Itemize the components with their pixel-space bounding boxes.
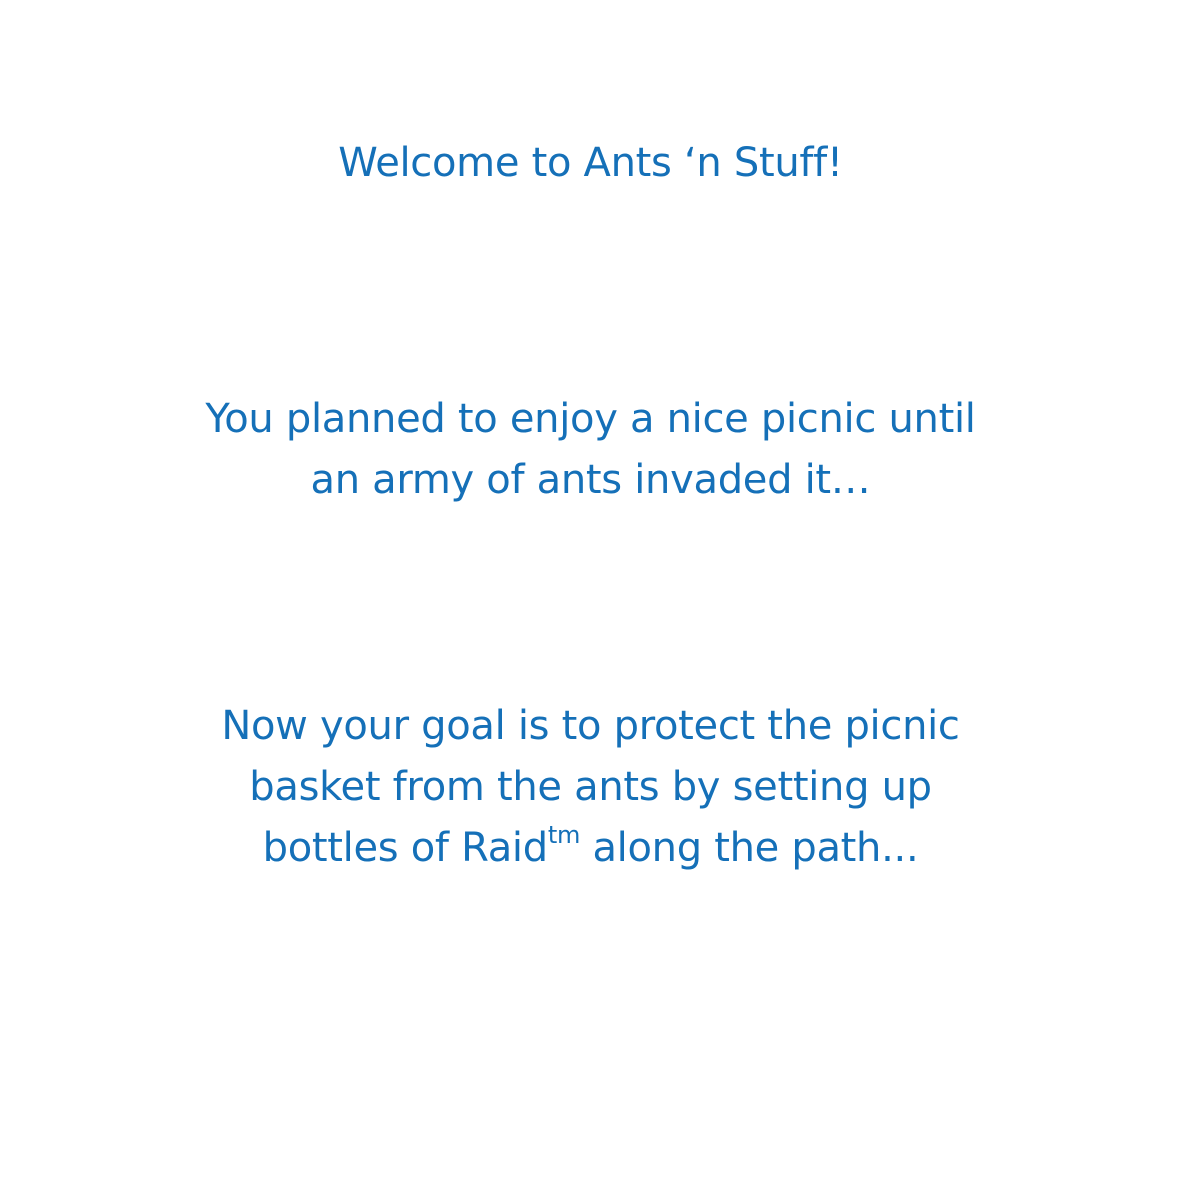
goal-line-end: along the path... <box>580 825 919 871</box>
goal-line-start: bottles of Raid <box>262 825 549 871</box>
story-text: You planned to enjoy a nice picnic until… <box>0 389 1181 511</box>
story-line: You planned to enjoy a nice picnic until <box>205 396 976 442</box>
goal-line: basket from the ants by setting up <box>249 764 932 810</box>
trademark-superscript: tm <box>547 821 581 849</box>
intro-screen: Welcome to Ants ‘n Stuff! You planned to… <box>0 0 1181 1181</box>
welcome-title-text: Welcome to Ants ‘n Stuff! <box>338 140 843 186</box>
story-line: an army of ants invaded it… <box>310 457 871 503</box>
goal-line: Now your goal is to protect the picnic <box>221 703 960 749</box>
goal-line-with-trademark: bottles of Raidtm along the path... <box>0 818 1181 879</box>
welcome-title: Welcome to Ants ‘n Stuff! <box>0 133 1181 194</box>
goal-text: Now your goal is to protect the picnic b… <box>0 696 1181 879</box>
